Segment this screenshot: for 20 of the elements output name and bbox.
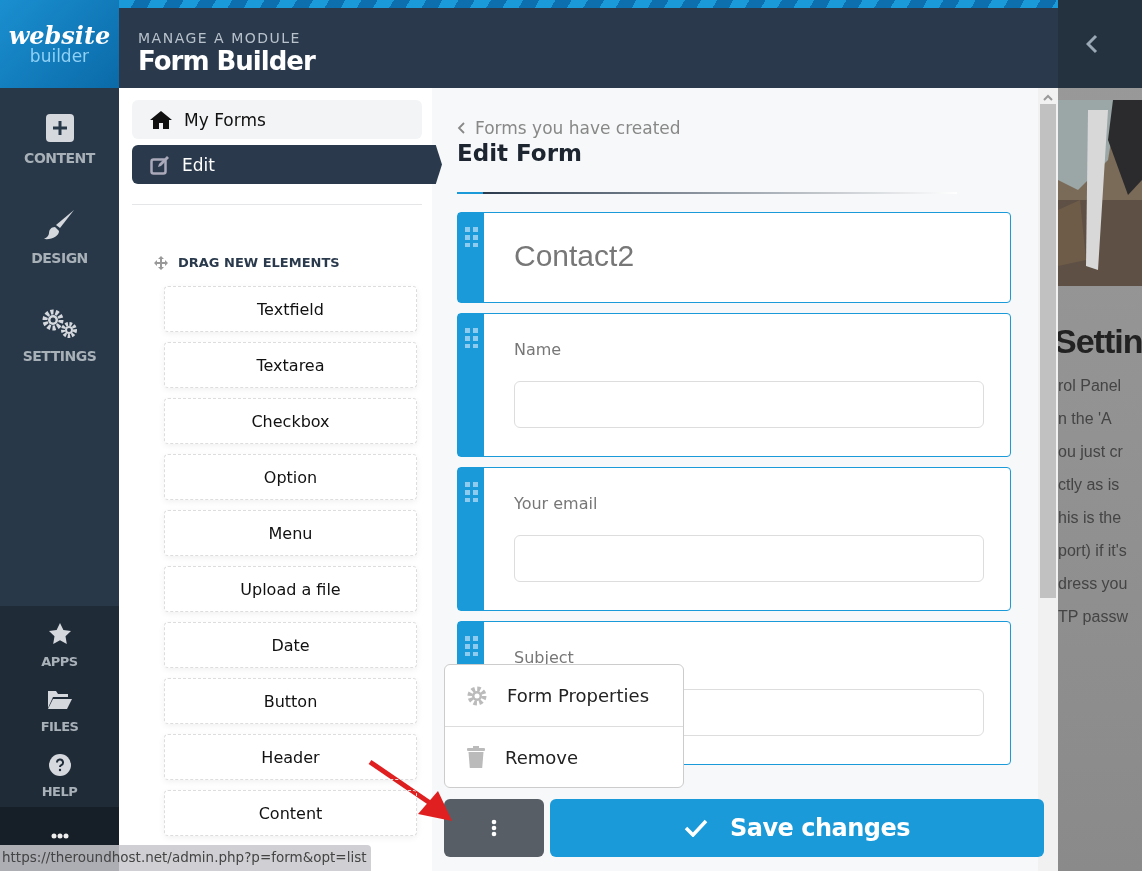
status-url: https://theroundhost.net/admin.php?p=form&opt=list [0,845,371,871]
form-title: Edit Form [457,140,583,166]
field-label: Name [514,340,563,359]
backdrop-text: rol Panel [1058,376,1123,396]
field-label: Your email [514,494,599,513]
field-label: Subject [514,648,575,667]
backdrop-text: ou just cr [1058,442,1124,462]
backdrop-text: ctly as is [1058,475,1121,495]
form-name: Contact2 [514,239,636,273]
logo-subtitle: builder [29,47,90,65]
section-heading: DRAG NEW ELEMENTS [178,255,340,270]
backdrop-heading: Settin [1054,322,1142,361]
logo-script: website [8,23,111,48]
backdrop-text: dress you [1058,574,1129,594]
header-title: Form Builder [138,46,317,76]
backdrop-text: TP passw [1058,607,1129,627]
backdrop-text: his is the [1058,508,1123,528]
backdrop-text: n the 'A [1058,409,1113,429]
backdrop-text: port) if it's [1058,541,1128,561]
header-subtitle: MANAGE A MODULE [138,30,302,46]
